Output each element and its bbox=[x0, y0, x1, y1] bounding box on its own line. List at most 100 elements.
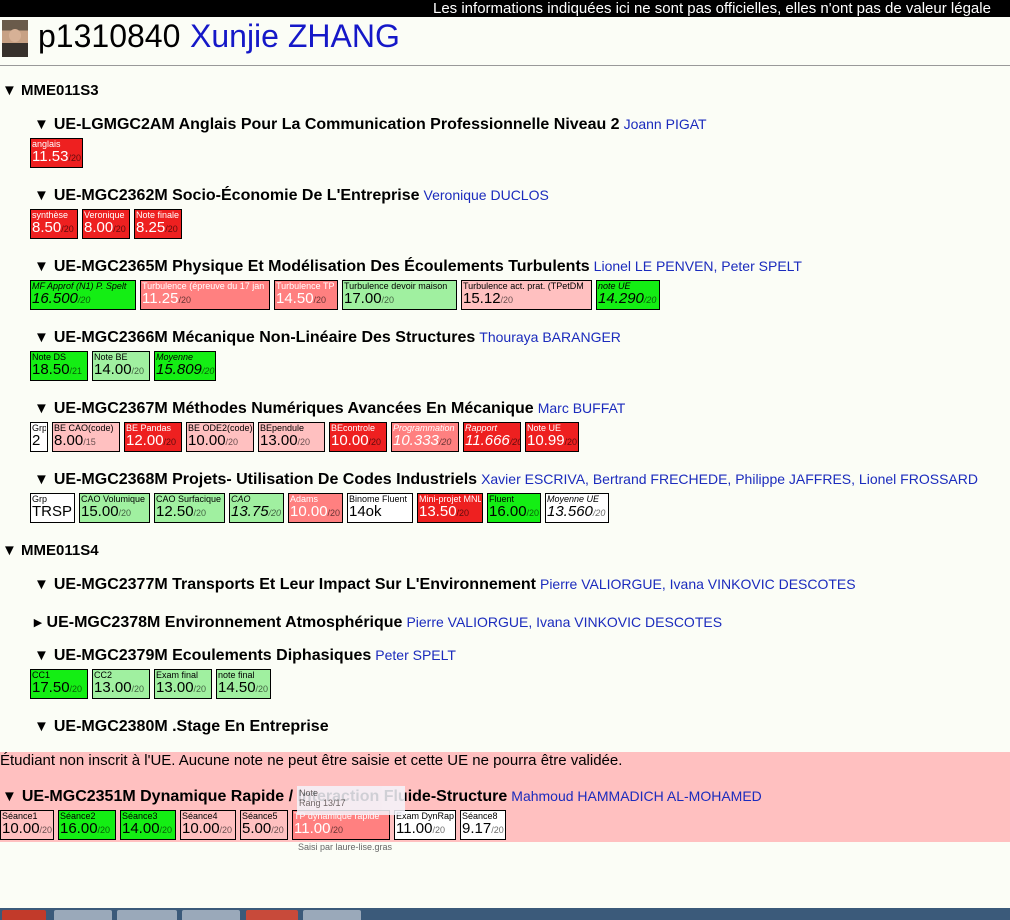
mark-box[interactable]: CAO Surfacique 12.50/20 bbox=[154, 493, 225, 523]
mark-box[interactable]: CC2 13.00/20 bbox=[92, 669, 150, 699]
mark-denominator: /20 bbox=[368, 437, 382, 447]
mark-box[interactable]: CAO 13.75/20 bbox=[229, 493, 284, 523]
ue-toggle-mgc2367m[interactable]: ▼ UE-MGC2367M Méthodes Numériques Avancée… bbox=[34, 400, 625, 418]
mark-denominator: /20 bbox=[297, 437, 311, 447]
mark-box[interactable]: Programmation 10.333/20 bbox=[391, 422, 459, 452]
tooltip-entered-by: Saisi par laure-lise.gras bbox=[298, 842, 393, 852]
ue-toggle-mgc2366m[interactable]: ▼ UE-MGC2366M Mécanique Non-Linéaire Des … bbox=[34, 329, 621, 347]
mark-value: 16.00/20 bbox=[60, 820, 111, 837]
mark-box[interactable]: Exam final 13.00/20 bbox=[154, 669, 212, 699]
marks-row: MF Approf (N1) P. Spelt 16.500/20 Turbulen… bbox=[30, 280, 660, 310]
mark-box[interactable]: Séance4 10.00/20 bbox=[180, 810, 236, 840]
mark-box[interactable]: anglais 11.53/20 bbox=[30, 138, 83, 168]
mark-denominator: /20 bbox=[61, 224, 74, 234]
ue-toggle-mgc2378m[interactable]: ▸ UE-MGC2378M Environnement Atmosphérique… bbox=[34, 613, 722, 632]
start-button[interactable] bbox=[2, 910, 46, 920]
mark-denominator: /20 bbox=[201, 366, 215, 376]
mark-box[interactable]: Adams 10.00/20 bbox=[288, 493, 343, 523]
mark-box[interactable]: BEpendule 13.00/20 bbox=[258, 422, 325, 452]
student-name[interactable]: Xunjie ZHANG bbox=[190, 18, 400, 54]
ue-toggle-mgc2362m[interactable]: ▼ UE-MGC2362M Socio-Économie De L'Entrepr… bbox=[34, 187, 549, 205]
mark-value: 11.00/20 bbox=[396, 820, 445, 837]
mark-denominator: /20 bbox=[526, 508, 540, 518]
taskbar-vlc-button[interactable] bbox=[303, 910, 361, 920]
mark-box[interactable]: BE Pandas 12.00/20 bbox=[124, 422, 182, 452]
ue-toggle-mgc2365m[interactable]: ▼ UE-MGC2365M Physique Et Modélisation De… bbox=[34, 258, 802, 276]
taskbar-browser-button[interactable] bbox=[54, 910, 112, 920]
ue-toggle-lgmgc2am[interactable]: ▼ UE-LGMGC2AM Anglais Pour La Communicati… bbox=[34, 116, 707, 134]
mark-value: 12.50/20 bbox=[156, 503, 207, 520]
student-header: p1310840 Xunjie ZHANG bbox=[0, 17, 1010, 66]
mark-denominator: /20 bbox=[219, 825, 233, 835]
mark-box[interactable]: Séance5 5.00/20 bbox=[240, 810, 288, 840]
mark-box[interactable]: Turbulence (épreuve du 17 jan 11.25/20 bbox=[140, 280, 270, 310]
mark-box[interactable]: Séance8 9.17/20 bbox=[460, 810, 506, 840]
mark-value: 13.560/20 bbox=[547, 503, 606, 520]
ue-teachers: Pierre VALIORGUE, Ivana VINKOVIC DESCOTE… bbox=[406, 614, 723, 630]
mark-box[interactable]: synthèse 8.50/20 bbox=[30, 209, 78, 239]
mark-box[interactable]: Moyenne UE 13.560/20 bbox=[545, 493, 609, 523]
mark-box[interactable]: Grp TRSP bbox=[30, 493, 75, 523]
mark-denominator: /20 bbox=[271, 825, 284, 835]
taskbar-app-button[interactable] bbox=[182, 910, 240, 920]
mark-value: 10.00/20 bbox=[290, 503, 341, 520]
mark-denominator: /20 bbox=[225, 437, 239, 447]
mark-box[interactable]: Rapport11.666/20 bbox=[463, 422, 521, 452]
ue-toggle-mgc2368m[interactable]: ▼ UE-MGC2368M Projets- Utilisation De Cod… bbox=[34, 471, 978, 489]
taskbar-media-button[interactable] bbox=[246, 910, 298, 920]
mark-value: 13.50/20 bbox=[419, 503, 470, 520]
disclaimer-bar: Les informations indiquées ici ne sont p… bbox=[0, 0, 1010, 17]
mark-value: 10.333/20 bbox=[393, 432, 452, 449]
mark-box[interactable]: BEcontrole 10.00/20 bbox=[329, 422, 387, 452]
mark-value: 14.50/20 bbox=[276, 290, 327, 307]
mark-box[interactable]: CC1 17.50/20 bbox=[30, 669, 88, 699]
mark-value: 9.17/20 bbox=[462, 820, 504, 837]
mark-box[interactable]: Note finale 8.25/20 bbox=[134, 209, 182, 239]
ue-teachers: Joann PIGAT bbox=[623, 116, 707, 132]
semester-s3-toggle[interactable]: ▼ MME011S3 bbox=[2, 82, 99, 99]
student-id: p1310840 bbox=[38, 18, 181, 54]
mark-denominator: /20 bbox=[193, 508, 207, 518]
mark-box[interactable]: Moyenne 15.809/20 bbox=[154, 351, 216, 381]
ue-toggle-mgc2379m[interactable]: ▼ UE-MGC2379M Ecoulements Diphasiques Pete… bbox=[34, 647, 456, 665]
mark-box[interactable]: BE ODE2(code) 10.00/20 bbox=[186, 422, 254, 452]
mark-denominator: /21 bbox=[69, 366, 83, 376]
mark-denominator: /20 bbox=[39, 825, 53, 835]
ue-teachers: Mahmoud HAMMADICH AL-MOHAMED bbox=[511, 788, 762, 804]
mark-box[interactable]: Note UE 10.99/20 bbox=[525, 422, 579, 452]
mark-box[interactable]: Veronique 8.00/20 bbox=[82, 209, 130, 239]
unregistered-warning: Étudiant non inscrit à l'UE. Aucune note… bbox=[0, 752, 623, 769]
mark-box[interactable]: Note BE 14.00/20 bbox=[92, 351, 150, 381]
mark-value: 14.290/20 bbox=[598, 290, 657, 307]
mark-box[interactable]: note UE 14.290/20 bbox=[596, 280, 660, 310]
mark-box[interactable]: Fluent 16.00/20 bbox=[487, 493, 541, 523]
mark-denominator: /20 bbox=[592, 508, 606, 518]
mark-denominator: /20 bbox=[193, 684, 207, 694]
ue-toggle-mgc2380m[interactable]: ▼ UE-MGC2380M .Stage En Entreprise bbox=[34, 718, 333, 736]
ue-toggle-mgc2377m[interactable]: ▼ UE-MGC2377M Transports Et Leur Impact S… bbox=[34, 576, 856, 594]
mark-box[interactable]: Note DS 18.50/21 bbox=[30, 351, 88, 381]
mark-box[interactable]: Mini-projet MNL 13.50/20 bbox=[417, 493, 483, 523]
mark-value: 10.99/20 bbox=[527, 432, 578, 449]
mark-box[interactable]: Séance1 10.00/20 bbox=[0, 810, 54, 840]
mark-denominator: /20 bbox=[327, 508, 341, 518]
mark-box[interactable]: Séance2 16.00/20 bbox=[58, 810, 116, 840]
mark-box[interactable]: Turbulence devoir maison 17.00/20 bbox=[342, 280, 457, 310]
taskbar-folder-button[interactable] bbox=[117, 910, 177, 920]
mark-box[interactable]: CAO Volumique 15.00/20 bbox=[79, 493, 150, 523]
mark-box[interactable]: BE CAO(code) 8.00/15 bbox=[52, 422, 120, 452]
mark-box[interactable]: Binome Fluent 14ok bbox=[347, 493, 413, 523]
mark-box[interactable]: Turbulence TP 14.50/20 bbox=[274, 280, 338, 310]
mark-value: 17.00/20 bbox=[344, 290, 395, 307]
mark-value: 18.50/21 bbox=[32, 361, 83, 378]
mark-value: 11.666/20 bbox=[465, 432, 520, 451]
semester-s4-toggle[interactable]: ▼ MME011S4 bbox=[2, 542, 99, 559]
mark-box[interactable]: Grp 2 bbox=[30, 422, 48, 452]
mark-box[interactable]: Turbulence act. prat. (TPetDM 15.12/20 bbox=[461, 280, 592, 310]
mark-box[interactable]: Séance3 14.00/20 bbox=[120, 810, 176, 840]
mark-value: 17.50/20 bbox=[32, 679, 83, 696]
mark-value: 10.00/20 bbox=[331, 432, 382, 449]
mark-box[interactable]: MF Approf (N1) P. Spelt 16.500/20 bbox=[30, 280, 136, 310]
mark-box[interactable]: note final 14.50/20 bbox=[216, 669, 271, 699]
mark-value: 8.50/20 bbox=[32, 219, 74, 236]
